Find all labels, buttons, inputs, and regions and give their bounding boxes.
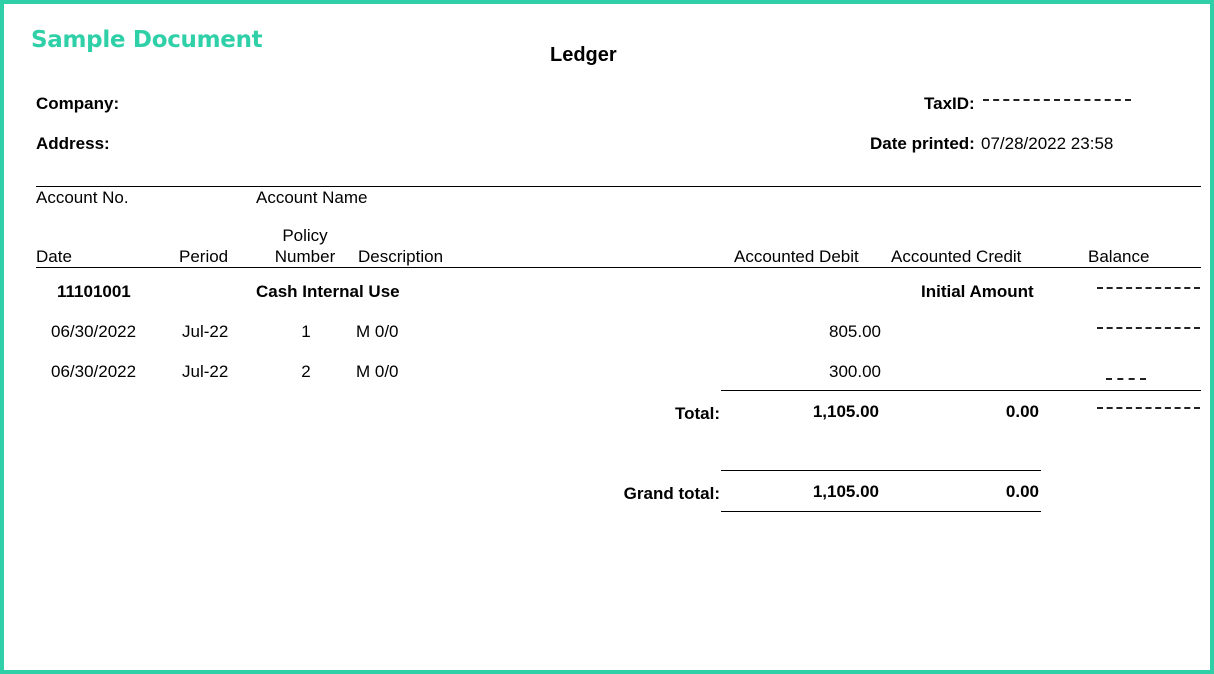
account-number: 11101001	[57, 282, 131, 301]
row-2-policy: 2	[301, 362, 311, 381]
total-debit: 1,105.00	[812, 402, 879, 421]
col-description: Description	[358, 247, 444, 266]
total-credit: 0.00	[1005, 402, 1039, 421]
col-date: Date	[36, 247, 72, 266]
total-balance-redacted	[1097, 407, 1200, 409]
col-policy-number-line1: Policy	[282, 226, 328, 245]
row-1-period: Jul-22	[182, 322, 229, 341]
grand-total-top-rule	[721, 470, 1041, 471]
row-2-debit: 300.00	[829, 362, 881, 381]
row-2-description: M 0/0	[356, 362, 399, 381]
initial-amount-label: Initial Amount	[921, 282, 1034, 301]
initial-balance-redacted	[1097, 287, 1200, 289]
col-accounted-credit: Accounted Credit	[891, 247, 1022, 266]
col-account-no: Account No.	[36, 188, 129, 207]
grand-total-bottom-rule	[721, 511, 1041, 512]
row-2-period: Jul-22	[182, 362, 229, 381]
col-balance: Balance	[1088, 247, 1150, 266]
account-name: Cash Internal Use	[256, 282, 400, 301]
row-1-debit: 805.00	[829, 322, 881, 341]
header-bottom-rule	[36, 267, 1201, 268]
row-2-date: 06/30/2022	[51, 362, 137, 381]
col-period: Period	[179, 247, 229, 266]
taxid-redacted-value	[983, 99, 1131, 101]
sample-watermark: Sample Document	[31, 27, 263, 53]
address-label: Address:	[36, 134, 110, 153]
grand-total-label: Grand total:	[623, 484, 720, 503]
row-1-balance-redacted	[1097, 327, 1200, 329]
col-policy-number-line2: Number	[274, 247, 336, 266]
page-title: Ledger	[550, 44, 617, 66]
row-1-policy: 1	[301, 322, 311, 341]
date-printed-value: 07/28/2022 23:58	[981, 134, 1114, 153]
col-account-name: Account Name	[256, 188, 368, 207]
taxid-label: TaxID:	[924, 94, 975, 113]
row-2-balance-redacted	[1106, 378, 1146, 380]
header-top-rule	[36, 186, 1201, 187]
total-label: Total:	[674, 404, 720, 423]
row-1-date: 06/30/2022	[51, 322, 137, 341]
grand-total-credit: 0.00	[1005, 482, 1039, 501]
company-label: Company:	[36, 94, 120, 113]
date-printed-label: Date printed:	[870, 134, 975, 153]
row-1-description: M 0/0	[356, 322, 399, 341]
col-accounted-debit: Accounted Debit	[734, 247, 859, 266]
total-top-rule	[721, 390, 1201, 391]
grand-total-debit: 1,105.00	[812, 482, 879, 501]
